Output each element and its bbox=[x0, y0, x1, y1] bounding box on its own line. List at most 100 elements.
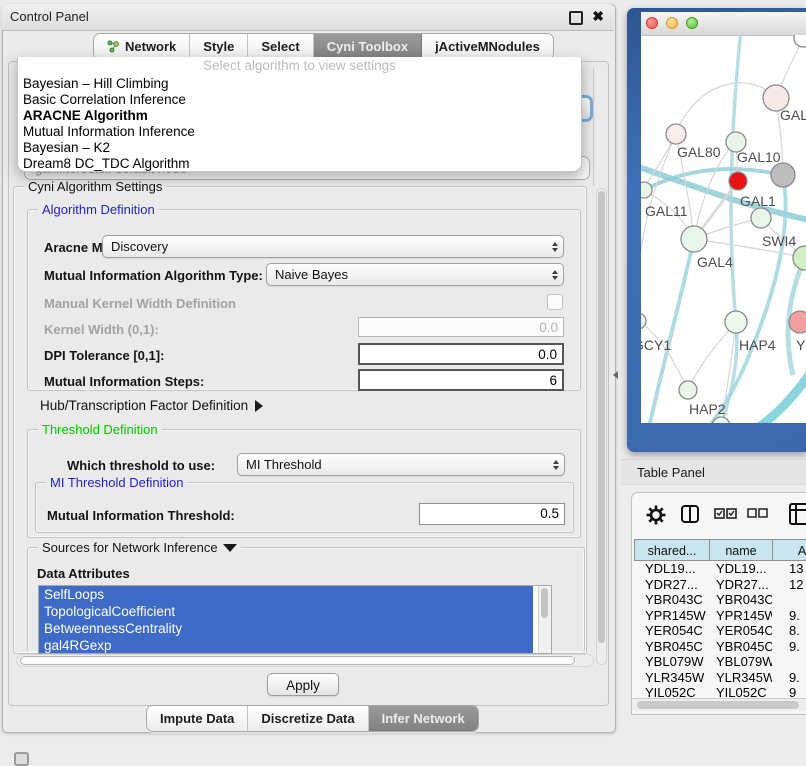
tab-style[interactable]: Style bbox=[190, 34, 248, 59]
splitpane-collapse-icon[interactable] bbox=[613, 371, 618, 379]
node-label-gal: GAL bbox=[780, 107, 806, 123]
kernel-width-input[interactable]: 0.0 bbox=[358, 317, 564, 337]
data-attributes-list[interactable]: SelfLoopsTopologicalCoefficientBetweenne… bbox=[38, 585, 552, 654]
algorithm-option[interactable]: Bayesian – K2 bbox=[18, 140, 581, 156]
tab-impute-data[interactable]: Impute Data bbox=[147, 706, 248, 731]
network-window-titlebar[interactable] bbox=[641, 12, 806, 36]
column-header-1[interactable]: shared... bbox=[634, 539, 710, 561]
node-gal4[interactable] bbox=[681, 226, 707, 252]
table-cell: 13 bbox=[772, 561, 806, 577]
manual-kernel-checkbox[interactable] bbox=[547, 294, 563, 310]
collapsed-panel-chip[interactable] bbox=[14, 752, 29, 766]
node-label-gal11: GAL11 bbox=[645, 203, 688, 219]
tab-discretize-data[interactable]: Discretize Data bbox=[248, 706, 368, 731]
node-hap4[interactable] bbox=[725, 311, 747, 333]
algorithm-option[interactable]: ARACNE Algorithm bbox=[18, 108, 581, 124]
table-row[interactable]: YBR045CYBR045C9. bbox=[634, 639, 806, 655]
zoom-traffic-icon[interactable] bbox=[686, 17, 698, 29]
settings-horizontal-scrollbar[interactable] bbox=[16, 654, 594, 667]
which-threshold-value: MI Threshold bbox=[246, 457, 322, 472]
table-horizontal-scrollbar[interactable] bbox=[632, 698, 806, 711]
algorithm-option[interactable]: Mutual Information Inference bbox=[18, 124, 581, 140]
attribute-list-item[interactable]: gal4RGexp bbox=[39, 637, 533, 654]
close-icon[interactable]: ✖ bbox=[592, 8, 604, 25]
table-row[interactable]: YBR043CYBR043C bbox=[634, 592, 806, 608]
control-panel-titlebar[interactable]: Control Panel ✖ bbox=[2, 4, 614, 31]
which-threshold-select[interactable]: MI Threshold bbox=[237, 453, 565, 476]
attributes-scrollbar[interactable] bbox=[538, 586, 551, 653]
attribute-list-item[interactable]: SelfLoops bbox=[39, 586, 533, 603]
node-label-gcy1: GCY1 bbox=[641, 337, 671, 353]
table-row[interactable]: YBL079WYBL079W bbox=[634, 654, 806, 670]
attributes-scroll-thumb[interactable] bbox=[541, 588, 548, 618]
algorithm-option[interactable]: Bayesian – Hill Climbing bbox=[18, 76, 581, 92]
table-cell: YPR145W bbox=[634, 608, 708, 624]
table-row[interactable]: YPR145WYPR145W9. bbox=[634, 608, 806, 624]
node-salmon[interactable] bbox=[789, 311, 806, 333]
node-label-y: Y bbox=[796, 337, 806, 353]
settings-hscroll-thumb[interactable] bbox=[20, 656, 575, 665]
settings-vertical-scrollbar[interactable] bbox=[596, 188, 607, 665]
hub-definition-expander[interactable]: Hub/Transcription Factor Definition bbox=[40, 398, 263, 413]
close-traffic-icon[interactable] bbox=[646, 17, 658, 29]
select-all-checkboxes-icon[interactable] bbox=[714, 507, 738, 520]
float-window-icon[interactable] bbox=[569, 11, 583, 25]
gear-icon[interactable] bbox=[645, 504, 667, 526]
node-top-partial[interactable] bbox=[794, 35, 806, 47]
table-cell: YLR345W bbox=[708, 670, 772, 686]
node-gal80[interactable] bbox=[666, 124, 686, 144]
table-cell: YIL052C bbox=[708, 685, 772, 697]
mi-threshold-input[interactable]: 0.5 bbox=[419, 503, 565, 525]
attribute-list-item[interactable]: BetweennessCentrality bbox=[39, 620, 533, 637]
network-canvas[interactable]: GALGAL80GAL10GAL1GAL11SWI4GAL4GCY1HAP4YH… bbox=[641, 35, 806, 423]
deselect-all-checkboxes-icon[interactable] bbox=[747, 508, 769, 519]
table-row[interactable]: YDL19...YDL19...13 bbox=[634, 561, 806, 577]
table-mode-icon[interactable] bbox=[788, 502, 806, 526]
minimize-traffic-icon[interactable] bbox=[666, 17, 678, 29]
mi-type-select[interactable]: Naive Bayes bbox=[266, 263, 564, 286]
column-header-2[interactable]: name bbox=[709, 539, 773, 561]
node-red[interactable] bbox=[729, 172, 747, 190]
split-columns-icon[interactable] bbox=[680, 504, 700, 524]
sources-group-title[interactable]: Sources for Network Inference bbox=[38, 540, 241, 555]
table-panel-header[interactable]: Table Panel bbox=[621, 459, 806, 485]
aracne-mode-select[interactable]: Discovery bbox=[102, 235, 564, 258]
table-cell: 8. bbox=[772, 623, 806, 639]
tab-select[interactable]: Select bbox=[248, 34, 313, 59]
table-row[interactable]: YLR345WYLR345W9. bbox=[634, 670, 806, 686]
table-cell: YLR345W bbox=[634, 670, 708, 686]
attribute-list-item[interactable]: TopologicalCoefficient bbox=[39, 603, 533, 620]
table-row[interactable]: YIL052CYIL052C9 bbox=[634, 685, 806, 697]
tab-infer-network[interactable]: Infer Network bbox=[369, 706, 478, 731]
algorithm-option[interactable]: Dream8 DC_TDC Algorithm bbox=[18, 156, 581, 172]
tab-cyni-toolbox[interactable]: Cyni Toolbox bbox=[314, 34, 422, 59]
expander-down-icon bbox=[223, 544, 237, 552]
node-hap2[interactable] bbox=[679, 381, 697, 399]
table-hscroll-thumb[interactable] bbox=[637, 701, 799, 709]
node-label-hap2: HAP2 bbox=[689, 401, 726, 417]
node-gal1[interactable] bbox=[751, 208, 771, 228]
node-gray[interactable] bbox=[771, 163, 795, 187]
node-label-hap4: HAP4 bbox=[739, 337, 776, 353]
node-gal11[interactable] bbox=[641, 182, 652, 198]
table-row[interactable]: YDR27...YDR27...12 bbox=[634, 577, 806, 593]
dpi-tolerance-input[interactable]: 0.0 bbox=[358, 343, 564, 365]
settings-vscroll-thumb[interactable] bbox=[598, 191, 605, 643]
mi-steps-input[interactable]: 6 bbox=[358, 369, 564, 391]
tab-jactivemnodules[interactable]: jActiveMNodules bbox=[422, 34, 553, 59]
table-rows: YDL19...YDL19...13YDR27...YDR27...12YBR0… bbox=[634, 561, 806, 697]
node-label-gal10: GAL10 bbox=[737, 149, 781, 165]
control-panel-tabs: NetworkStyleSelectCyni ToolboxjActiveMNo… bbox=[93, 33, 554, 60]
column-header-3[interactable]: A bbox=[772, 539, 806, 561]
tab-network[interactable]: Network bbox=[94, 34, 190, 59]
algorithm-option[interactable]: Basic Correlation Inference bbox=[18, 92, 581, 108]
network-window: GALGAL80GAL10GAL1GAL11SWI4GAL4GCY1HAP4YH… bbox=[641, 12, 806, 423]
table-cell: YBR043C bbox=[708, 592, 772, 608]
table-cell: YER054C bbox=[708, 623, 772, 639]
table-cell: YPR145W bbox=[708, 608, 772, 624]
table-row[interactable]: YER054CYER054C8. bbox=[634, 623, 806, 639]
table-cell: 12 bbox=[772, 577, 806, 593]
threshold-definition-title: Threshold Definition bbox=[38, 422, 162, 437]
expander-right-icon bbox=[255, 400, 263, 412]
apply-button[interactable]: Apply bbox=[267, 673, 339, 696]
